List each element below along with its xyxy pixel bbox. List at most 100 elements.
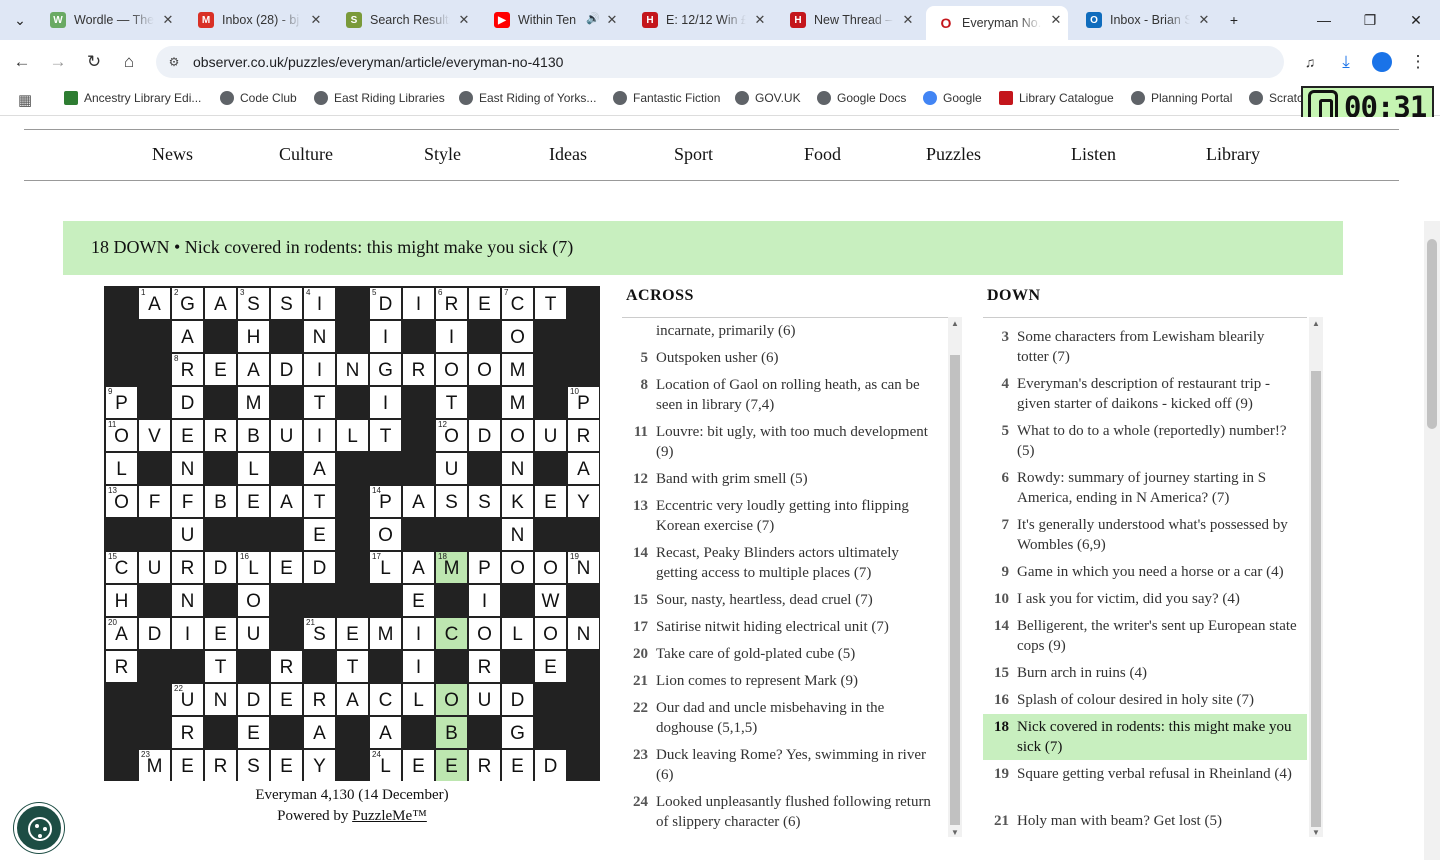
grid-cell[interactable]: N (337, 354, 368, 385)
grid-cell[interactable]: 24 L (370, 750, 401, 781)
grid-cell[interactable]: V (139, 420, 170, 451)
restore-icon[interactable]: ❐ (1360, 10, 1380, 30)
grid-cell[interactable]: M (370, 618, 401, 649)
grid-cell[interactable]: C (370, 684, 401, 715)
tab-close-icon[interactable]: ✕ (752, 12, 768, 28)
across-clue-14[interactable]: 14 Recast, Peaky Blinders actors ultimate… (622, 540, 948, 586)
bookmark-item[interactable]: Library Catalogue (999, 91, 1114, 105)
crossword-grid[interactable]: 1A2GA3SS4I5DI6RE7CTAHNIIO8READINGROOM9PD… (104, 286, 600, 781)
grid-cell[interactable]: W (535, 585, 566, 616)
home-icon[interactable]: ⌂ (117, 50, 141, 74)
bookmark-item[interactable]: East Riding of Yorks... (459, 91, 596, 105)
across-clue-11[interactable]: 11 Louvre: bit ugly, with too much develo… (622, 419, 948, 465)
down-clue-4[interactable]: 4 Everyman's description of restaurant tr… (983, 371, 1307, 417)
grid-cell[interactable]: 4I (304, 288, 335, 319)
back-icon[interactable]: ← (10, 50, 34, 74)
bookmark-item[interactable]: Google (923, 91, 982, 105)
grid-cell[interactable]: R (271, 651, 302, 682)
grid-cell[interactable]: 14 P (370, 486, 401, 517)
grid-cell[interactable]: N (568, 618, 599, 649)
grid-cell[interactable]: R (205, 750, 236, 781)
grid-cell[interactable]: E (469, 288, 500, 319)
grid-cell[interactable]: A (172, 321, 203, 352)
down-clue-7[interactable]: 7 It's generally understood what's posses… (983, 512, 1307, 558)
grid-cell[interactable]: G (370, 354, 401, 385)
grid-cell[interactable]: B (436, 717, 467, 748)
grid-cell[interactable]: R (172, 717, 203, 748)
grid-cell[interactable]: D (238, 684, 269, 715)
grid-cell[interactable]: E (271, 750, 302, 781)
grid-cell[interactable]: E (172, 750, 203, 781)
grid-cell[interactable]: R (469, 750, 500, 781)
down-clue-10[interactable]: 10 I ask you for victim, did you say? (4) (983, 586, 1307, 612)
grid-cell[interactable]: 11 O (106, 420, 137, 451)
grid-cell[interactable]: O (535, 552, 566, 583)
grid-cell[interactable]: B (238, 420, 269, 451)
grid-cell[interactable]: A (337, 684, 368, 715)
grid-cell[interactable]: E (238, 717, 269, 748)
grid-cell[interactable]: 6R (436, 288, 467, 319)
grid-cell[interactable]: D (502, 684, 533, 715)
grid-cell[interactable]: D (271, 354, 302, 385)
nav-link-sport[interactable]: Sport (674, 144, 713, 165)
grid-cell[interactable]: E (436, 750, 467, 781)
grid-cell[interactable]: E (403, 750, 434, 781)
grid-cell[interactable]: I (370, 321, 401, 352)
grid-cell[interactable]: O (535, 618, 566, 649)
grid-cell[interactable]: E (535, 651, 566, 682)
down-clue-14[interactable]: 14 Belligerent, the writer's sent up Euro… (983, 613, 1307, 659)
down-clue-18[interactable]: 18 Nick covered in rodents: this might ma… (983, 714, 1307, 760)
grid-cell[interactable]: 7C (502, 288, 533, 319)
grid-cell[interactable]: C (436, 618, 467, 649)
bookmark-item[interactable]: Google Docs (817, 91, 906, 105)
grid-cell[interactable]: T (337, 651, 368, 682)
grid-cell[interactable]: L (502, 618, 533, 649)
tab-1[interactable]: W Wordle — The ✕ (38, 6, 180, 34)
grid-cell[interactable]: I (370, 387, 401, 418)
grid-cell[interactable]: R (172, 552, 203, 583)
tab-8[interactable]: O Inbox - Brian S ✕ (1074, 6, 1216, 34)
grid-cell[interactable]: D (535, 750, 566, 781)
close-window-icon[interactable]: ✕ (1406, 10, 1426, 30)
puzzleme-link[interactable]: PuzzleMe™ (352, 808, 427, 824)
tab-4[interactable]: ▶ Within Ten ✕ 🔊 (482, 6, 624, 34)
grid-cell[interactable]: 17 L (370, 552, 401, 583)
down-clue-3[interactable]: 3 Some characters from Lewisham blearily … (983, 324, 1307, 370)
across-clue-8[interactable]: 8 Location of Gaol on rolling heath, as c… (622, 372, 948, 418)
bookmark-item[interactable]: Ancestry Library Edi... (64, 91, 201, 105)
grid-cell[interactable]: 10 P (568, 387, 599, 418)
grid-cell[interactable]: O (370, 519, 401, 550)
grid-cell[interactable]: U (271, 420, 302, 451)
menu-icon[interactable]: ⋮ (1406, 50, 1430, 74)
grid-cell[interactable]: N (502, 519, 533, 550)
grid-cell[interactable]: Y (304, 750, 335, 781)
grid-cell[interactable]: D (469, 420, 500, 451)
grid-cell[interactable]: A (568, 453, 599, 484)
grid-cell[interactable]: A (304, 717, 335, 748)
grid-cell[interactable]: M (502, 354, 533, 385)
tab-close-icon[interactable]: ✕ (604, 12, 620, 28)
grid-cell[interactable]: I (304, 354, 335, 385)
apps-icon[interactable]: ▦ (18, 91, 32, 109)
grid-cell[interactable]: U (172, 519, 203, 550)
cookie-settings-button[interactable] (14, 803, 64, 853)
grid-cell[interactable]: T (436, 387, 467, 418)
grid-cell[interactable]: E (238, 486, 269, 517)
grid-cell[interactable]: N (502, 453, 533, 484)
across-scrollbar[interactable]: ▲ ▼ (948, 317, 962, 837)
grid-cell[interactable]: D (205, 552, 236, 583)
grid-cell[interactable]: S (238, 750, 269, 781)
grid-cell[interactable]: E (337, 618, 368, 649)
across-clue-23[interactable]: 23 Duck leaving Rome? Yes, swimming in ri… (622, 742, 948, 788)
tab-close-icon[interactable]: ✕ (1196, 12, 1212, 28)
grid-cell[interactable]: A (403, 486, 434, 517)
grid-cell[interactable]: I (172, 618, 203, 649)
grid-cell[interactable]: 16 L (238, 552, 269, 583)
grid-cell[interactable]: G (502, 717, 533, 748)
grid-cell[interactable]: 9P (106, 387, 137, 418)
grid-cell[interactable]: H (106, 585, 137, 616)
grid-cell[interactable]: O (238, 585, 269, 616)
grid-cell[interactable]: 13 O (106, 486, 137, 517)
bookmark-item[interactable]: Scratc (1249, 91, 1303, 105)
grid-cell[interactable]: E (271, 684, 302, 715)
